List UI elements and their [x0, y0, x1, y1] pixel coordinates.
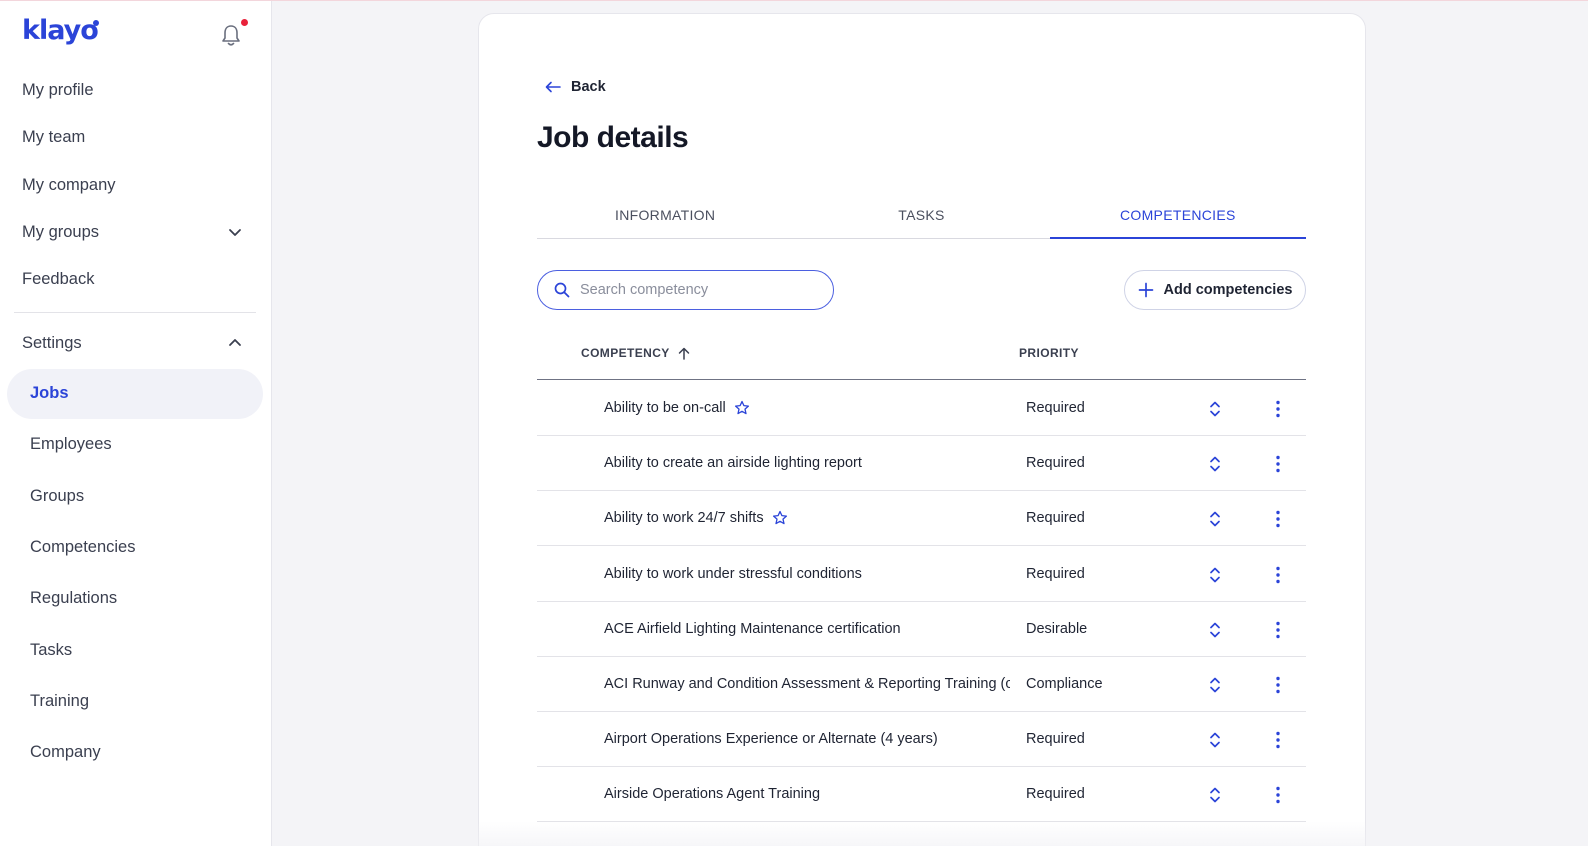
star-icon[interactable]	[772, 510, 788, 526]
competency-name: Ability to be on-call	[604, 400, 750, 416]
sidebar-item-regulations[interactable]: Regulations	[30, 589, 117, 608]
sidebar-item-competencies[interactable]: Competencies	[30, 538, 135, 557]
priority-value: Required	[1026, 731, 1085, 748]
bottom-shadow	[478, 821, 1366, 846]
sidebar-item-groups[interactable]: Groups	[30, 487, 84, 506]
nav-my-company[interactable]: My company	[22, 176, 116, 195]
column-header-competency[interactable]: COMPETENCY	[581, 346, 690, 360]
column-header-priority[interactable]: PRIORITY	[1019, 346, 1079, 360]
klayo-logo[interactable]: klayo	[22, 15, 99, 46]
competency-name: Ability to create an airside lighting re…	[604, 455, 862, 471]
column-header-label: COMPETENCY	[581, 346, 670, 360]
more-options-icon[interactable]	[1271, 620, 1285, 640]
table-row[interactable]: ACI Runway and Condition Assessment & Re…	[537, 657, 1306, 712]
more-options-icon[interactable]	[1271, 675, 1285, 695]
more-options-icon[interactable]	[1271, 509, 1285, 529]
table-row[interactable]: Ability to be on-call Required	[537, 381, 1306, 436]
sidebar-item-label: Jobs	[30, 384, 69, 402]
priority-select-icon[interactable]	[1208, 786, 1222, 804]
search-input[interactable]	[580, 282, 810, 298]
arrow-left-icon	[545, 81, 561, 93]
sidebar-item-jobs[interactable]: Jobs	[7, 369, 263, 419]
plus-icon	[1138, 282, 1153, 298]
priority-select-icon[interactable]	[1208, 566, 1222, 584]
back-label: Back	[571, 79, 606, 95]
more-options-icon[interactable]	[1271, 399, 1285, 419]
nav-feedback[interactable]: Feedback	[22, 270, 94, 289]
table-row[interactable]: Airport Operations Experience or Alterna…	[537, 712, 1306, 768]
priority-value: Desirable	[1026, 620, 1088, 637]
competency-label: Ability to be on-call	[604, 400, 726, 416]
table-header-divider	[537, 379, 1306, 380]
search-icon	[554, 282, 570, 298]
priority-select-icon[interactable]	[1208, 621, 1222, 639]
tab-information[interactable]: INFORMATION	[537, 201, 793, 238]
table-row[interactable]: ACE Airfield Lighting Maintenance certif…	[537, 602, 1306, 657]
priority-select-icon[interactable]	[1208, 400, 1222, 418]
competency-label: ACE Airfield Lighting Maintenance certif…	[604, 620, 901, 637]
competency-label: Ability to create an airside lighting re…	[604, 455, 862, 472]
chevron-up-icon[interactable]	[228, 338, 242, 348]
priority-value: Compliance	[1026, 676, 1103, 692]
competency-name: Airside Operations Agent Training	[604, 786, 820, 802]
priority-select-icon[interactable]	[1208, 455, 1222, 473]
sidebar-item-company[interactable]: Company	[30, 743, 101, 762]
nav-my-groups[interactable]: My groups	[22, 223, 99, 242]
sidebar-item-tasks[interactable]: Tasks	[30, 641, 72, 660]
notification-badge	[241, 19, 248, 26]
table-row[interactable]: Ability to work 24/7 shifts Required	[537, 491, 1306, 547]
tab-tasks[interactable]: TASKS	[793, 201, 1049, 238]
tab-competencies[interactable]: COMPETENCIES	[1049, 201, 1307, 239]
competency-name: Ability to work under stressful conditio…	[604, 566, 862, 582]
competency-label: Airside Operations Agent Training	[604, 786, 821, 803]
sidebar-item-training[interactable]: Training	[30, 692, 89, 711]
priority-value: Required	[1026, 400, 1085, 416]
more-options-icon[interactable]	[1271, 454, 1285, 474]
column-header-label: PRIORITY	[1019, 346, 1079, 360]
chevron-down-icon[interactable]	[228, 227, 242, 237]
priority-select-icon[interactable]	[1208, 510, 1222, 528]
nav-my-profile[interactable]: My profile	[22, 81, 94, 100]
table-row[interactable]: Ability to create an airside lighting re…	[537, 436, 1306, 492]
more-options-icon[interactable]	[1271, 730, 1285, 750]
bell-icon[interactable]	[220, 23, 242, 47]
nav-settings[interactable]: Settings	[22, 334, 82, 353]
search-box[interactable]	[537, 270, 834, 310]
sidebar-divider	[14, 312, 256, 313]
competency-name: Ability to work 24/7 shifts	[604, 510, 788, 526]
logo-dot	[93, 20, 99, 26]
more-options-icon[interactable]	[1271, 785, 1285, 805]
star-icon[interactable]	[734, 400, 750, 416]
competency-name: Airport Operations Experience or Alterna…	[604, 731, 938, 747]
more-options-icon[interactable]	[1271, 565, 1285, 585]
priority-value: Required	[1026, 455, 1085, 472]
nav-my-team[interactable]: My team	[22, 128, 85, 147]
priority-value: Required	[1026, 786, 1085, 803]
competency-label: Ability to work under stressful conditio…	[604, 565, 862, 582]
priority-value: Required	[1026, 510, 1085, 527]
page-title: Job details	[537, 121, 689, 154]
sort-ascending-icon	[678, 347, 689, 360]
competency-label: Ability to work 24/7 shifts	[604, 510, 764, 527]
tab-bar: INFORMATION TASKS COMPETENCIES	[537, 201, 1307, 239]
priority-value: Required	[1026, 565, 1085, 582]
priority-select-icon[interactable]	[1208, 676, 1222, 694]
back-button[interactable]: Back	[545, 79, 606, 95]
competency-label: Airport Operations Experience or Alterna…	[604, 731, 938, 748]
competency-name: ACE Airfield Lighting Maintenance certif…	[604, 621, 901, 637]
add-competencies-label: Add competencies	[1163, 282, 1293, 298]
add-competencies-button[interactable]: Add competencies	[1124, 270, 1306, 310]
table-row[interactable]: Ability to work under stressful conditio…	[537, 547, 1306, 602]
competency-name: ACI Runway and Condition Assessment & Re…	[604, 676, 1010, 692]
priority-select-icon[interactable]	[1208, 731, 1222, 749]
sidebar: klayo My profile My team My company My g…	[0, 1, 272, 846]
competency-label: ACI Runway and Condition Assessment & Re…	[604, 676, 1010, 692]
sidebar-item-employees[interactable]: Employees	[30, 435, 112, 454]
table-row[interactable]: Airside Operations Agent Training Require…	[537, 767, 1306, 823]
